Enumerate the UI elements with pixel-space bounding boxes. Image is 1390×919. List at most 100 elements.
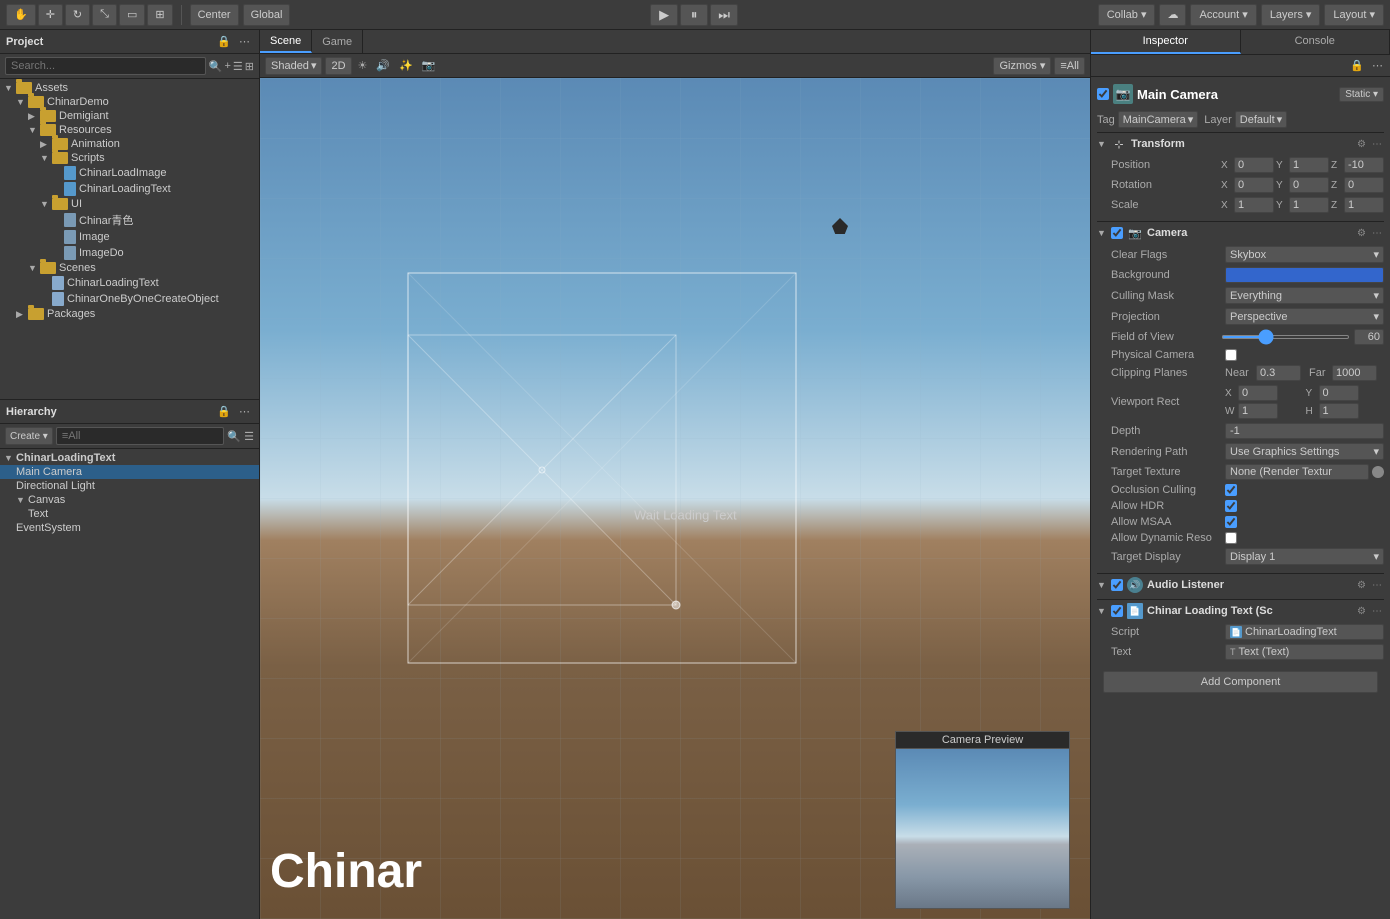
pos-z-input[interactable]: [1344, 157, 1384, 173]
rotate-tool-btn[interactable]: ↻: [65, 4, 90, 26]
scene-light-icon[interactable]: ☀: [355, 58, 371, 73]
layer-dropdown[interactable]: Default ▾: [1235, 111, 1287, 128]
background-color[interactable]: [1225, 267, 1384, 283]
target-texture-dot[interactable]: [1372, 466, 1384, 478]
add-component-btn[interactable]: Add Component: [1103, 671, 1378, 693]
directional-light-item[interactable]: Directional Light: [0, 479, 259, 493]
list-item[interactable]: ▼ Scenes: [0, 261, 259, 275]
list-item[interactable]: ▼ ChinarDemo: [0, 95, 259, 109]
obj-active-checkbox[interactable]: [1097, 88, 1109, 100]
static-btn[interactable]: Static ▾: [1339, 87, 1384, 102]
project-list-icon[interactable]: ☰: [233, 60, 243, 73]
play-btn[interactable]: ▶: [650, 4, 678, 26]
clear-flags-dropdown[interactable]: Skybox ▾: [1225, 246, 1384, 263]
move-tool-btn[interactable]: ✛: [38, 4, 63, 26]
depth-input[interactable]: [1225, 423, 1384, 439]
chinar-more-btn[interactable]: ⋯: [1370, 606, 1384, 617]
list-item[interactable]: ▼ Assets: [0, 81, 259, 95]
global-btn[interactable]: Global: [243, 4, 291, 26]
script-value-field[interactable]: 📄 ChinarLoadingText: [1225, 624, 1384, 640]
list-item[interactable]: ▼ Resources: [0, 123, 259, 137]
hierarchy-lock-btn[interactable]: 🔒: [214, 404, 234, 419]
step-btn[interactable]: ⏭: [710, 4, 738, 26]
list-item[interactable]: Chinar青色: [0, 211, 259, 229]
culling-mask-dropdown[interactable]: Everything ▾: [1225, 287, 1384, 304]
scale-z-input[interactable]: [1344, 197, 1384, 213]
hierarchy-more-icon[interactable]: ☰: [244, 430, 254, 443]
list-item[interactable]: ImageDo: [0, 245, 259, 261]
vp-x-input[interactable]: [1238, 385, 1278, 401]
project-add-icon[interactable]: +: [224, 60, 230, 73]
hand-tool-btn[interactable]: ✋: [6, 4, 36, 26]
hierarchy-search-icon[interactable]: 🔍: [227, 430, 241, 443]
camera-more-btn[interactable]: ⋯: [1370, 228, 1384, 239]
far-input[interactable]: [1332, 365, 1377, 381]
rect-tool-btn[interactable]: ▭: [119, 4, 145, 26]
vp-h-input[interactable]: [1319, 403, 1359, 419]
pos-x-input[interactable]: [1234, 157, 1274, 173]
list-item[interactable]: ▼ UI: [0, 197, 259, 211]
occlusion-culling-checkbox[interactable]: [1225, 484, 1237, 496]
physical-camera-checkbox[interactable]: [1225, 349, 1237, 361]
text-value-field[interactable]: T Text (Text): [1225, 644, 1384, 660]
layout-btn[interactable]: Layout ▾: [1324, 4, 1384, 26]
scale-y-input[interactable]: [1289, 197, 1329, 213]
list-item[interactable]: ▼ ChinarLoadingText: [0, 451, 259, 465]
cloud-btn[interactable]: ☁: [1159, 4, 1186, 26]
shaded-dropdown[interactable]: Shaded ▾: [265, 57, 322, 75]
center-btn[interactable]: Center: [190, 4, 239, 26]
vp-w-input[interactable]: [1238, 403, 1278, 419]
pos-y-input[interactable]: [1289, 157, 1329, 173]
hierarchy-more-btn[interactable]: ⋯: [236, 404, 253, 419]
camera-section-header[interactable]: ▼ 📷 Camera ⚙ ⋯: [1097, 222, 1384, 244]
inspector-tab[interactable]: Inspector: [1091, 30, 1241, 54]
project-lock-btn[interactable]: 🔒: [214, 34, 234, 49]
scene-tab[interactable]: Scene: [260, 30, 312, 53]
collab-btn[interactable]: Collab ▾: [1098, 4, 1156, 26]
chinar-settings-btn[interactable]: ⚙: [1355, 606, 1368, 617]
layers-btn[interactable]: Layers ▾: [1261, 4, 1321, 26]
console-tab[interactable]: Console: [1241, 30, 1390, 54]
allow-msaa-checkbox[interactable]: [1225, 516, 1237, 528]
list-item[interactable]: ▶ Animation: [0, 137, 259, 151]
scale-tool-btn[interactable]: ⤡: [92, 4, 117, 26]
target-display-dropdown[interactable]: Display 1 ▾: [1225, 548, 1384, 565]
game-tab[interactable]: Game: [312, 30, 363, 53]
audio-more-btn[interactable]: ⋯: [1370, 580, 1384, 591]
list-item[interactable]: ChinarOneByOneCreateObject: [0, 291, 259, 307]
transform-more-btn[interactable]: ⋯: [1370, 139, 1384, 150]
fov-slider[interactable]: [1221, 335, 1350, 339]
project-search-icon[interactable]: 🔍: [209, 60, 223, 73]
rendering-path-dropdown[interactable]: Use Graphics Settings ▾: [1225, 443, 1384, 460]
main-camera-item[interactable]: Main Camera: [0, 465, 259, 479]
hierarchy-search-input[interactable]: [56, 427, 225, 445]
list-item[interactable]: ChinarLoadingText: [0, 181, 259, 197]
audio-listener-checkbox[interactable]: [1111, 579, 1123, 591]
transform-settings-btn[interactable]: ⚙: [1355, 139, 1368, 150]
transform-section-header[interactable]: ▼ ⊹ Transform ⚙ ⋯: [1097, 133, 1384, 155]
account-btn[interactable]: Account ▾: [1190, 4, 1256, 26]
project-search-input[interactable]: [5, 57, 206, 75]
list-item[interactable]: ChinarLoadImage: [0, 165, 259, 181]
allow-dynamic-checkbox[interactable]: [1225, 532, 1237, 544]
eventsystem-item[interactable]: EventSystem: [0, 521, 259, 535]
project-more-btn[interactable]: ⋯: [236, 34, 253, 49]
vp-y-input[interactable]: [1319, 385, 1359, 401]
tag-dropdown[interactable]: MainCamera ▾: [1118, 111, 1199, 128]
camera-settings-btn[interactable]: ⚙: [1355, 228, 1368, 239]
projection-dropdown[interactable]: Perspective ▾: [1225, 308, 1384, 325]
inspector-more-btn[interactable]: ⋯: [1369, 58, 1386, 73]
gizmos-btn[interactable]: Gizmos ▾: [993, 57, 1051, 75]
hierarchy-create-btn[interactable]: Create ▾: [5, 427, 53, 445]
text-item[interactable]: Text: [0, 507, 259, 521]
chinar-script-checkbox[interactable]: [1111, 605, 1123, 617]
twod-btn[interactable]: 2D: [325, 57, 351, 75]
project-grid-icon[interactable]: ⊞: [245, 60, 254, 73]
rot-y-input[interactable]: [1289, 177, 1329, 193]
scene-effects-icon[interactable]: ✨: [396, 58, 416, 73]
transform-tool-btn[interactable]: ⊞: [147, 4, 172, 26]
canvas-item[interactable]: ▼ Canvas: [0, 493, 259, 507]
pause-btn[interactable]: ⏸: [680, 4, 708, 26]
scale-x-input[interactable]: [1234, 197, 1274, 213]
list-item[interactable]: ChinarLoadingText: [0, 275, 259, 291]
